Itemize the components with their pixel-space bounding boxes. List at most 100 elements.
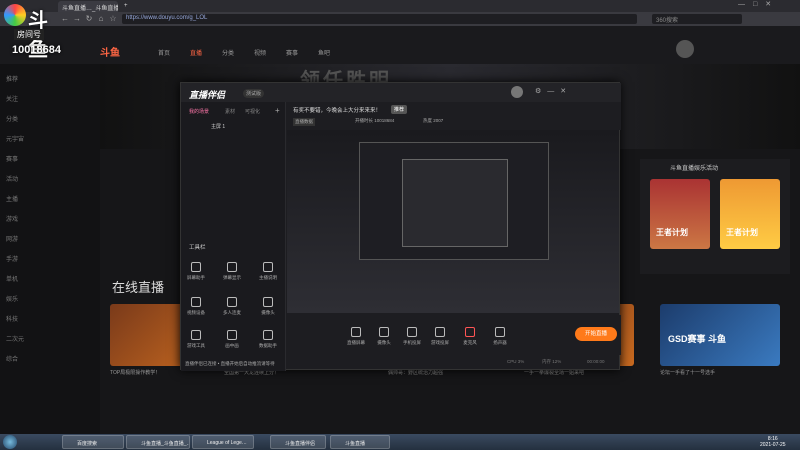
douyu-overlay: 斗鱼 房间号 10018684	[0, 0, 61, 61]
sidebar-item[interactable]: 游戏	[6, 214, 18, 223]
chart-icon	[263, 330, 273, 340]
back-icon[interactable]: ←	[60, 14, 70, 24]
version-badge[interactable]: 测试版	[243, 89, 265, 98]
window-controls[interactable]: —□✕	[738, 0, 779, 8]
sidebar-item[interactable]: 网游	[6, 234, 18, 243]
start-stream-button[interactable]: 开始直播	[575, 327, 617, 341]
home-icon[interactable]: ⌂	[96, 14, 106, 24]
nav-home[interactable]: 首页	[158, 48, 170, 57]
sidebar-item[interactable]: 分类	[6, 114, 18, 123]
tool-video-device[interactable]: 视频设备	[183, 297, 209, 316]
timer: 00:00:00	[587, 359, 605, 364]
browser-tab-active[interactable]: 斗鱼直播…_斗鱼直播_斗鱼…	[58, 1, 118, 12]
sidebar-item[interactable]: 综合	[6, 354, 18, 363]
sidebar-item[interactable]: 主播	[6, 194, 18, 203]
minimize-icon[interactable]: —	[547, 88, 560, 95]
gamepad-icon	[435, 327, 445, 337]
nav-category[interactable]: 分类	[222, 48, 234, 57]
tool-pip[interactable]: 画中画	[219, 330, 245, 349]
event-card[interactable]: 王者计划	[650, 179, 710, 249]
cpu-status: CPU 3%	[507, 359, 525, 364]
add-scene-icon[interactable]: +	[275, 106, 280, 115]
stream-card[interactable]: GSD赛事 斗鱼	[660, 304, 780, 366]
control-speaker[interactable]: 扬声器	[487, 327, 513, 346]
avatar[interactable]	[511, 86, 523, 98]
tool-camera[interactable]: 摄像头	[255, 297, 281, 316]
tool-danmaku[interactable]: 弹幕显示	[219, 262, 245, 281]
site-logo[interactable]: 斗鱼	[100, 44, 120, 59]
start-button[interactable]	[3, 435, 17, 449]
mic-icon	[227, 297, 237, 307]
favorite-icon[interactable]: ☆	[108, 14, 118, 24]
control-mic[interactable]: 麦克风	[457, 327, 483, 346]
stream-card-caption[interactable]: 偶帅哥：野区统治力超强	[388, 369, 498, 376]
nav-forum[interactable]: 鱼吧	[318, 48, 330, 57]
browser-logo-icon	[4, 4, 26, 26]
sidebar-item[interactable]: 手游	[6, 254, 18, 263]
forward-icon[interactable]: →	[72, 14, 82, 24]
control-screen[interactable]: 直播屏幕	[343, 327, 369, 346]
tab-assets[interactable]: 素材	[225, 108, 235, 115]
taskbar: 百度搜索 斗鱼直播_斗鱼直播_… League of Lege… 斗鱼直播伴侣 …	[0, 434, 800, 450]
system-clock[interactable]: 8:16 2021-07-25	[760, 436, 786, 448]
stream-card-caption[interactable]: 一手一拳爆裂全场一姐来吧	[524, 369, 634, 376]
sidebar-item[interactable]: 娱乐	[6, 294, 18, 303]
tool-notes[interactable]: 主播说明	[255, 262, 281, 281]
nav-events[interactable]: 赛事	[286, 48, 298, 57]
taskbar-item[interactable]: 百度搜索	[62, 435, 124, 449]
tab-visual[interactable]: 可视化	[245, 108, 260, 115]
app-window-controls[interactable]: ⚙—✕	[535, 87, 572, 95]
close-icon[interactable]: ✕	[765, 1, 779, 8]
event-card[interactable]: 王者计划	[720, 179, 780, 249]
sidebar-item[interactable]: 活动	[6, 174, 18, 183]
control-phone[interactable]: 手机投屏	[399, 327, 425, 346]
app-name: 直播伴侣	[189, 90, 226, 100]
sidebar-item[interactable]: 推荐	[6, 74, 18, 83]
scene-item[interactable]: 主屏 1	[211, 123, 225, 130]
streaming-app-window: 直播伴侣 测试版 ⚙—✕ 我的场景 素材 可视化 + 主屏 1 工具栏 屏幕助手…	[180, 82, 621, 371]
taskbar-item[interactable]: 斗鱼直播伴侣	[270, 435, 326, 449]
settings-icon[interactable]: ⚙	[535, 88, 547, 95]
camera-icon	[379, 327, 389, 337]
new-tab-button[interactable]: +	[120, 1, 128, 12]
tool-game[interactable]: 游戏工具	[183, 330, 209, 349]
avatar[interactable]	[676, 40, 694, 58]
camera-icon	[263, 297, 273, 307]
room-label: 房间号	[14, 29, 44, 40]
stream-preview[interactable]	[287, 130, 619, 313]
sidebar-item[interactable]: 科技	[6, 314, 18, 323]
danmaku-icon	[227, 262, 237, 272]
sidebar-item[interactable]: 二次元	[6, 334, 24, 343]
app-title-bar: 直播伴侣 测试版 ⚙—✕	[181, 83, 621, 102]
maximize-icon[interactable]: □	[753, 1, 765, 8]
search-input[interactable]: 360搜索	[652, 14, 742, 24]
taskbar-item[interactable]: 斗鱼直播_斗鱼直播_…	[126, 435, 190, 449]
nav-live[interactable]: 直播	[190, 48, 202, 57]
event-panel-title: 斗鱼直播娱乐活动	[670, 166, 719, 172]
site-header: 斗鱼 首页 直播 分类 视频 赛事 鱼吧	[0, 26, 800, 64]
close-icon[interactable]: ✕	[560, 88, 572, 95]
sidebar-item[interactable]: 赛事	[6, 154, 18, 163]
taskbar-item[interactable]: League of Lege…	[192, 435, 254, 449]
sidebar-item[interactable]: 关注	[6, 94, 18, 103]
stats-heat: 热度 2007	[423, 118, 444, 123]
nav-video[interactable]: 视频	[254, 48, 266, 57]
tab-scenes[interactable]: 我的场景	[189, 108, 209, 115]
control-camera[interactable]: 摄像头	[371, 327, 397, 346]
taskbar-item[interactable]: 斗鱼直播	[330, 435, 390, 449]
address-bar[interactable]: https://www.douyu.com/g_LOL	[122, 14, 637, 24]
tool-multi-mic[interactable]: 多人连麦	[219, 297, 245, 316]
mem-status: 内存 12%	[542, 359, 562, 364]
stats-data[interactable]: 直播数据	[293, 118, 315, 126]
stream-card-caption[interactable]: 论坛一手看了十一号选手	[660, 369, 770, 376]
sidebar-item[interactable]: 单机	[6, 274, 18, 283]
tool-screen-assistant[interactable]: 屏幕助手	[183, 262, 209, 281]
control-game[interactable]: 游戏投屏	[427, 327, 453, 346]
tool-data[interactable]: 数据助手	[255, 330, 281, 349]
nested-app-window-inner	[402, 159, 508, 247]
reload-icon[interactable]: ↻	[84, 14, 94, 24]
minimize-icon[interactable]: —	[738, 1, 753, 8]
sidebar-item[interactable]: 元宇宙	[6, 134, 24, 143]
status-text: 直播伴侣已连接 • 直播开始后自动推流请等待	[185, 361, 275, 366]
notice-badge[interactable]: 推荐	[391, 105, 408, 114]
